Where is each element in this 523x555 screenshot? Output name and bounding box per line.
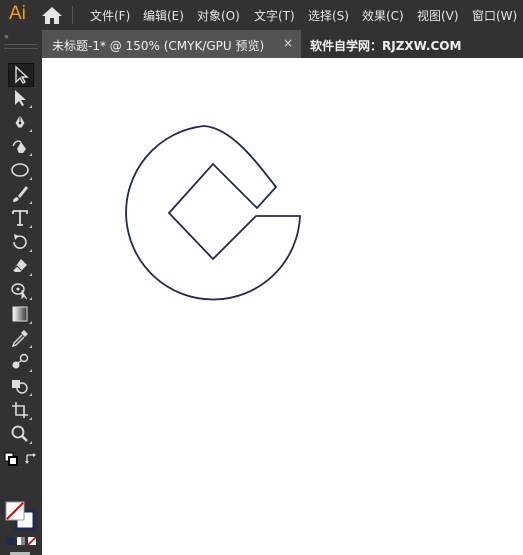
curvature-tool[interactable] — [8, 135, 32, 157]
menu-edit[interactable]: 编辑(E) — [143, 7, 184, 24]
panel-grip[interactable] — [4, 44, 38, 49]
pen-tool[interactable] — [8, 111, 32, 133]
menu-separator — [72, 6, 73, 24]
shape-builder-icon — [12, 380, 28, 394]
tool-flyout-indicator — [29, 249, 32, 252]
type-tool[interactable] — [8, 207, 32, 229]
type-t-icon — [12, 210, 28, 226]
menu-file[interactable]: 文件(F) — [90, 7, 130, 24]
gradient-tool[interactable] — [8, 303, 32, 325]
tool-flyout-indicator — [29, 201, 32, 204]
logo-outline-artwork[interactable] — [42, 58, 523, 555]
artboard-icon — [12, 402, 28, 418]
tool-flyout-indicator — [29, 345, 32, 348]
tool-flyout-indicator — [29, 129, 32, 132]
tool-flyout-indicator — [29, 273, 32, 276]
paintbrush-tool[interactable] — [8, 183, 32, 205]
tool-flyout-indicator — [29, 105, 32, 108]
ellipse-icon — [11, 163, 29, 177]
paintbrush-icon — [13, 186, 28, 202]
tool-flyout-indicator — [29, 153, 32, 156]
color-mode-buttons[interactable] — [6, 536, 36, 546]
artboard-canvas[interactable] — [42, 58, 523, 555]
tool-flyout-indicator — [29, 297, 32, 300]
rotate-tool[interactable] — [8, 231, 32, 253]
blend-tool[interactable] — [8, 351, 32, 373]
close-icon[interactable]: × — [283, 36, 293, 50]
puppet-warp-icon — [11, 283, 28, 300]
tool-flyout-indicator — [29, 393, 32, 396]
menu-bar: Ai 文件(F) 编辑(E) 对象(O) 文字(T) 选择(S) 效果(C) 视… — [0, 0, 523, 30]
menu-type[interactable]: 文字(T) — [254, 7, 295, 24]
artboard-tool[interactable] — [8, 399, 32, 421]
blend-icon — [12, 353, 29, 369]
eraser-icon — [12, 259, 27, 272]
selection-tool[interactable] — [8, 63, 34, 87]
eyedropper-icon — [11, 330, 28, 348]
tool-flyout-indicator — [29, 417, 32, 420]
direct-selection-tool[interactable] — [8, 87, 32, 109]
selection-arrow-icon — [15, 65, 29, 84]
tool-flyout-indicator — [29, 369, 32, 372]
pen-icon — [14, 112, 26, 129]
zoom-tool[interactable] — [8, 423, 32, 445]
rotate-icon — [13, 234, 27, 249]
swap-colors-icon[interactable] — [24, 452, 38, 466]
document-tab-bar: 未标题-1* @ 150% (CMYK/GPU 预览) × 软件自学网：RJZX… — [42, 30, 523, 58]
gradient-icon — [12, 306, 28, 322]
menu-object[interactable]: 对象(O) — [197, 7, 240, 24]
menu-effect[interactable]: 效果(C) — [362, 7, 404, 24]
tab-label: 未标题-1* @ 150% (CMYK/GPU 预览) — [52, 39, 265, 53]
app-logo: Ai — [9, 3, 26, 24]
puppet-warp-tool[interactable] — [8, 279, 32, 301]
tool-flyout-indicator — [29, 441, 32, 444]
tool-flyout-indicator — [29, 177, 32, 180]
eyedropper-tool[interactable] — [8, 327, 32, 349]
zoom-magnifier-icon — [11, 425, 28, 442]
curvature-pen-icon — [12, 140, 26, 153]
menu-window[interactable]: 窗口(W) — [472, 7, 517, 24]
menu-select[interactable]: 选择(S) — [308, 7, 349, 24]
tool-flyout-indicator — [29, 321, 32, 324]
collapse-icon[interactable]: » — [4, 32, 9, 41]
eraser-tool[interactable] — [8, 255, 32, 277]
default-colors-icon[interactable] — [4, 452, 18, 466]
tools-panel: » — [0, 30, 42, 555]
tab-rjzxw[interactable]: 软件自学网：RJZXW.COM — [310, 37, 461, 54]
fill-stroke-swatches[interactable] — [4, 500, 38, 532]
direct-selection-icon — [15, 90, 26, 106]
menu-view[interactable]: 视图(V) — [417, 7, 459, 24]
shape-builder-tool[interactable] — [8, 375, 32, 397]
home-icon[interactable] — [40, 5, 64, 25]
tab-untitled-1[interactable]: 未标题-1* @ 150% (CMYK/GPU 预览) × — [42, 30, 301, 58]
ellipse-tool[interactable] — [8, 159, 32, 181]
tool-flyout-indicator — [29, 225, 32, 228]
